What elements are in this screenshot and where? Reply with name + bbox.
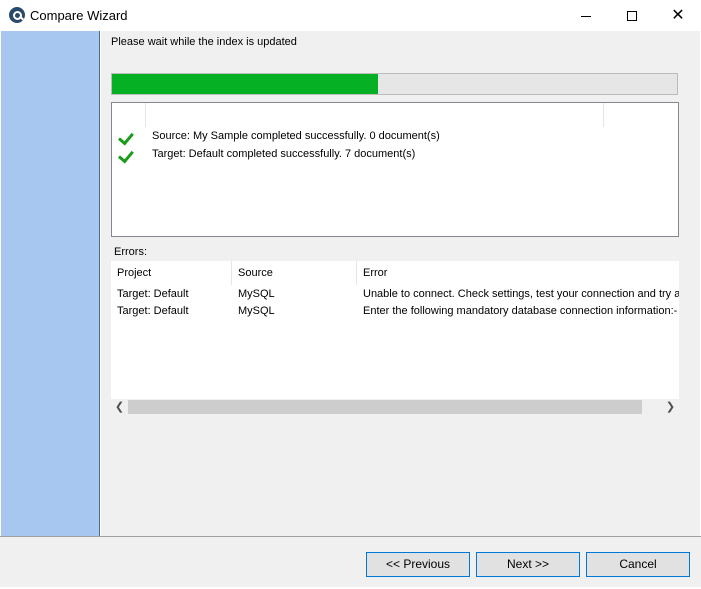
status-column-divider: [603, 103, 604, 127]
status-item: Target: Default completed successfully. …: [118, 146, 415, 162]
next-button[interactable]: Next >>: [476, 552, 580, 577]
maximize-icon: [627, 11, 637, 22]
cell-project: Target: Default: [117, 288, 189, 300]
cell-error: Unable to connect. Check settings, test …: [363, 288, 679, 300]
status-list: Source: My Sample completed successfully…: [111, 102, 679, 237]
wizard-content: Please wait while the index is updated S…: [101, 31, 700, 536]
cell-source: MySQL: [238, 288, 275, 300]
column-header-project[interactable]: Project: [111, 261, 232, 285]
errors-table: Project Source Error Target: Default MyS…: [111, 261, 679, 416]
cell-project: Target: Default: [117, 305, 189, 317]
check-icon: [118, 128, 134, 144]
errors-table-header: Project Source Error: [111, 261, 679, 285]
minimize-button[interactable]: [563, 0, 609, 31]
column-header-source[interactable]: Source: [232, 261, 357, 285]
errors-label: Errors:: [114, 246, 147, 258]
wizard-footer: << Previous Next >> Cancel: [0, 536, 701, 589]
scroll-left-icon[interactable]: ❮: [111, 399, 128, 416]
column-header-error[interactable]: Error: [357, 261, 679, 285]
status-item-text: Source: My Sample completed successfully…: [152, 130, 440, 142]
cell-error: Enter the following mandatory database c…: [363, 305, 679, 317]
progress-fill: [112, 74, 378, 94]
table-row[interactable]: Target: Default MySQL Unable to connect.…: [111, 286, 679, 303]
minimize-icon: [581, 15, 591, 17]
status-item-text: Target: Default completed successfully. …: [152, 148, 416, 160]
horizontal-scrollbar[interactable]: ❮ ❯: [111, 399, 679, 416]
cell-source: MySQL: [238, 305, 275, 317]
window-title: Compare Wizard: [30, 8, 128, 23]
status-item: Source: My Sample completed successfully…: [118, 128, 440, 144]
maximize-button[interactable]: [609, 0, 655, 31]
previous-button[interactable]: << Previous: [366, 552, 470, 577]
scroll-right-icon[interactable]: ❯: [662, 399, 679, 416]
index-progress-bar: [111, 73, 678, 95]
check-icon: [118, 146, 134, 162]
cancel-button[interactable]: Cancel: [586, 552, 690, 577]
title-bar: Compare Wizard ✕: [0, 0, 701, 31]
app-logo-icon: [9, 7, 25, 23]
status-column-divider: [145, 103, 146, 127]
table-row[interactable]: Target: Default MySQL Enter the followin…: [111, 303, 679, 320]
close-button[interactable]: ✕: [655, 0, 701, 31]
page-heading: Please wait while the index is updated: [111, 36, 297, 48]
scroll-thumb[interactable]: [128, 400, 642, 414]
wizard-sidebar: [1, 31, 100, 536]
close-icon: ✕: [671, 7, 685, 24]
